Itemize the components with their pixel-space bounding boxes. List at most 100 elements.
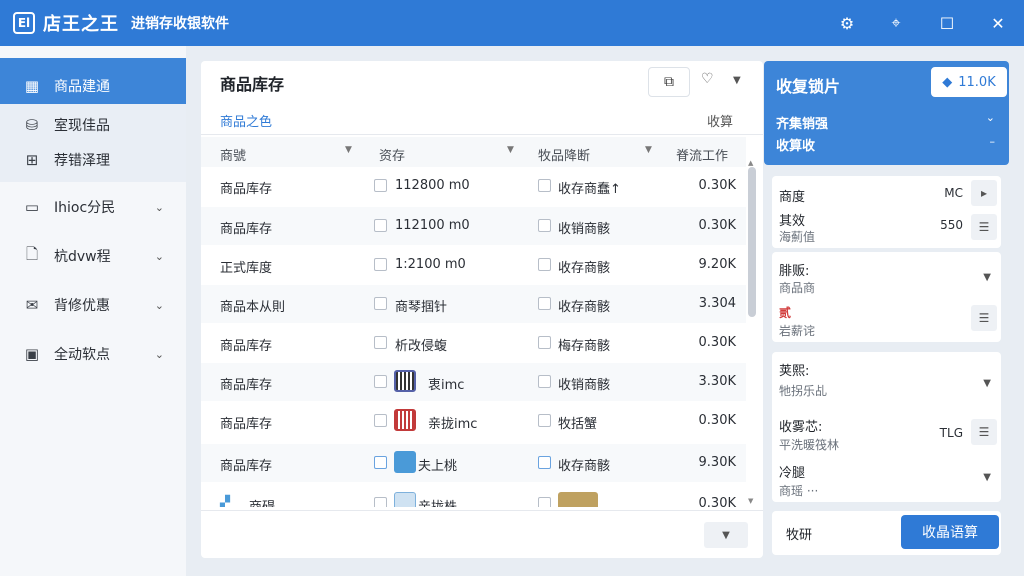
app-logo-icon: El [13,12,35,34]
sort-icon[interactable]: ▼ [345,145,352,155]
row-checkbox[interactable] [538,179,551,192]
row-checkbox[interactable] [538,497,551,507]
row-spec: 112100 m0 [395,218,470,233]
list-icon[interactable]: ☰ [971,419,997,445]
barcode-icon [394,370,416,392]
chevron-down-icon[interactable]: ⌄ [986,111,995,124]
checkout-button[interactable]: 收晶语算 [901,515,999,549]
play-icon[interactable]: ▸ [971,180,997,206]
sidebar-item-5[interactable]: ✉ 背修优惠 ⌄ [0,287,186,323]
chevron-down-icon[interactable]: ▼ [983,378,991,389]
row-checkbox[interactable] [374,179,387,192]
table-row[interactable]: 商品库存 析改侵蝮 梅存商骸 0.30K [201,324,746,362]
row-name: 商品库存 [220,339,273,354]
row-thumb-icon: ▞ [220,496,230,507]
row-checkbox[interactable] [374,414,387,427]
sort-icon[interactable]: ▼ [645,145,652,155]
sort-icon[interactable]: ▼ [507,145,514,155]
row-checkbox[interactable] [538,375,551,388]
table-row[interactable]: 商品库存 夫上桃 收存商骸 9.30K [201,444,746,482]
detail-card: 腓贩: 商品商 ▼ 贰 岩薪诧 ☰ [772,252,1001,342]
table-row[interactable]: 商品库存 亲拢imc 牧括蟹 0.30K [201,402,746,440]
page-title: 商品库存 [220,75,285,94]
row-checkbox[interactable] [374,456,387,469]
sidebar-item-4[interactable]: 🗋 杭dvw程 ⌄ [0,238,186,274]
scroll-up-icon[interactable]: ▲ [748,159,753,167]
target-icon[interactable]: ⌖ [884,11,908,35]
table-row[interactable]: 商品库存 衷imc 收销商骸 3.30K [201,363,746,401]
checkout-header: 收复锁片 ◆ 11.0K 齐集销强 ⌄ 收算收 – [764,61,1009,165]
checkout-option[interactable]: 收算收 [776,135,815,154]
dropdown-icon[interactable]: ▼ [733,75,741,86]
chevron-down-icon: ⌄ [154,249,164,263]
table-row[interactable]: 商品本从則 商琴掴针 收存商骸 3.304 [201,285,746,323]
row-checkbox[interactable] [374,219,387,232]
sidebar-item-3[interactable]: ▭ Ihioc分民 ⌄ [0,189,186,225]
tag-icon: ◆ [942,74,953,90]
row-name: 商碍 [249,496,275,507]
row-status: 收存商骸 [558,261,611,276]
row-checkbox[interactable] [538,297,551,310]
sidebar-item-sub1[interactable]: ⛁ 室现佳品 [0,107,186,143]
row-status: 收销商骸 [558,222,611,237]
sidebar-item-label: 荐错泽理 [54,153,110,169]
laptop-icon: ▭ [24,198,40,216]
table-row[interactable]: ▞ 商碍 亲拢株 0.30K [201,485,746,507]
row-checkbox[interactable] [374,375,387,388]
list-icon[interactable]: ☰ [971,214,997,240]
list-icon[interactable]: ☰ [971,305,997,331]
chevron-down-icon[interactable]: ▼ [983,472,991,483]
row-value: 0.30K [698,496,736,507]
table-row[interactable]: 商品库存 112800 m0 收存商蠢↑ 0.30K [201,167,746,205]
row-status: 收存商骸 [558,459,611,474]
sidebar-item-6[interactable]: ▣ 全动软点 ⌄ [0,336,186,372]
checkout-option[interactable]: 齐集销强 [776,113,828,132]
checkout-footer: 牧研 收晶语算 [772,511,1001,555]
table-row[interactable]: 商品库存 112100 m0 收销商骸 0.30K [201,207,746,245]
row-checkbox[interactable] [374,258,387,271]
scroll-down-icon[interactable]: ▼ [748,497,753,505]
row-checkbox[interactable] [538,258,551,271]
checkout-title: 收复锁片 [776,77,841,96]
favorite-icon[interactable]: ♡ [701,71,714,87]
column-header[interactable]: 脊流工作 [676,145,728,164]
tab-settle[interactable]: 收算 [707,111,733,130]
scrollbar-thumb[interactable] [748,167,756,317]
row-checkbox[interactable] [374,297,387,310]
row-status: 收存商骸 [558,300,611,315]
collapse-icon[interactable]: – [990,135,996,148]
column-header[interactable]: 牧品降断 [538,145,590,164]
row-spec: 亲拢imc [428,417,478,432]
detail-card: 荚熙: 牠拐乐乩 ▼ 收雾芯: 平洗暖筏林 TLG ☰ 冷腿 商瑶 ··· ▼ [772,352,1001,502]
row-name: 商品库存 [220,417,273,432]
box-icon [394,451,416,473]
copy-button[interactable]: ⧉ [648,67,690,97]
table-row[interactable]: 正式库度 1:2100 m0 收存商骸 9.20K [201,246,746,284]
row-checkbox[interactable] [538,456,551,469]
row-checkbox[interactable] [374,497,387,507]
sidebar-item-sub2[interactable]: ⊞ 荐错泽理 [0,142,186,178]
product-image-icon [558,492,598,507]
row-checkbox[interactable] [374,336,387,349]
row-checkbox[interactable] [538,219,551,232]
page-dropdown-button[interactable]: ▼ [704,522,748,548]
chevron-down-icon: ▼ [722,529,730,541]
column-header[interactable]: 资存 [379,145,405,164]
field-sub: 岩薪诧 [779,324,816,338]
chevron-down-icon: ⌄ [154,347,164,361]
total-button[interactable]: ◆ 11.0K [931,67,1007,97]
row-checkbox[interactable] [538,336,551,349]
close-icon[interactable]: ✕ [986,11,1010,35]
row-value: 0.30K [698,335,736,350]
field-value: 550 [940,218,963,232]
column-header[interactable]: 商號 [220,145,246,164]
tab-product[interactable]: 商品之色 [220,111,296,139]
sidebar-item-label: 室现佳品 [54,118,110,134]
row-checkbox[interactable] [538,414,551,427]
app-subtitle: 进销存收银软件 [131,16,229,32]
chevron-down-icon[interactable]: ▼ [983,272,991,283]
settings-icon[interactable]: ⚙ [835,11,859,35]
maximize-icon[interactable]: ☐ [935,11,959,35]
row-name: 商品库存 [220,459,273,474]
sidebar-item-label: 商品建通 [54,79,110,95]
